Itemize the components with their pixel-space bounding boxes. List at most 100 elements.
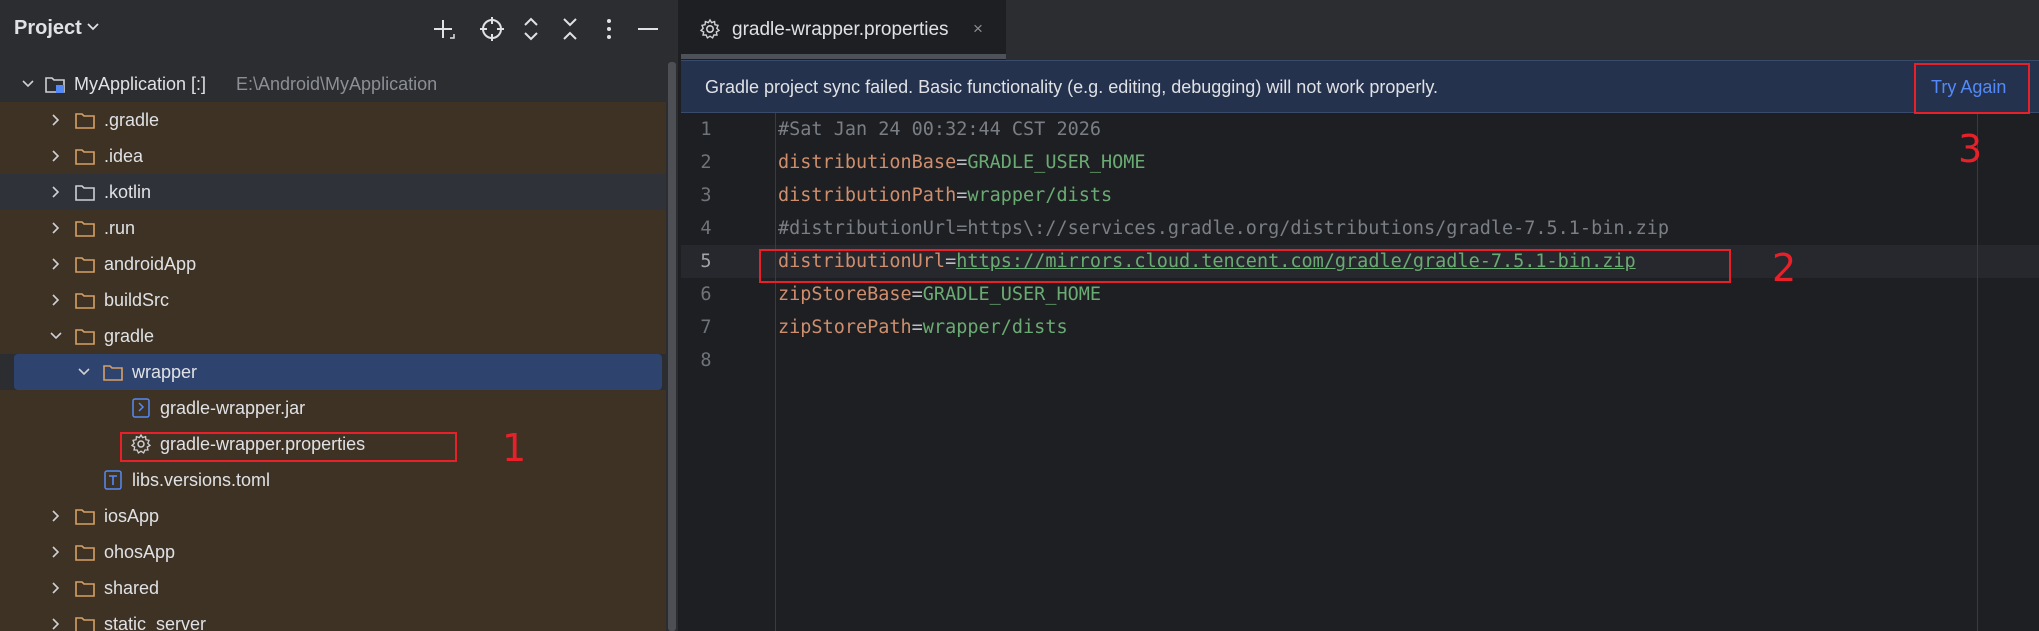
- annotation-number-1: 1: [502, 426, 527, 470]
- chevron-right-icon[interactable]: [50, 546, 62, 558]
- tab-label[interactable]: gradle-wrapper.properties: [732, 19, 949, 41]
- tree-item-gradle[interactable]: gradle: [0, 318, 666, 354]
- folder-icon: [75, 545, 95, 561]
- tree-item-label: .gradle: [104, 110, 160, 130]
- minimize-icon[interactable]: [633, 14, 663, 44]
- tab-gradle-wrapper-properties[interactable]: gradle-wrapper.properties ×: [681, 0, 1006, 60]
- line-content: #Sat Jan 24 00:32:44 CST 2026: [778, 119, 1101, 140]
- folder-icon: [75, 257, 95, 273]
- expand-all-icon[interactable]: [516, 14, 546, 44]
- tree-item-label: buildSrc: [104, 290, 170, 310]
- line-content: distributionPath=wrapper/dists: [778, 185, 1112, 206]
- chevron-right-icon[interactable]: [50, 618, 62, 630]
- code-line[interactable]: 4 #distributionUrl=https\://services.grad…: [681, 212, 2039, 245]
- tree-item-androidapp[interactable]: androidApp: [0, 246, 666, 282]
- folder-icon: [75, 113, 95, 129]
- tree-item-wrapper[interactable]: wrapper: [0, 354, 666, 390]
- equals-sign: =: [911, 284, 923, 305]
- line-content: #distributionUrl=https\://services.gradl…: [778, 218, 1669, 239]
- tree-item-label: ohosApp: [104, 542, 176, 562]
- jar-file-icon: [132, 398, 150, 418]
- locate-icon[interactable]: [477, 14, 507, 44]
- tree-item-label: gradle-wrapper.jar: [160, 398, 306, 418]
- chevron-right-icon[interactable]: [50, 258, 62, 270]
- module-folder-icon: [45, 77, 65, 93]
- annotation-box-1: [120, 432, 457, 462]
- project-tool-window: Project MyApplication [:] E:\Android\MyAp…: [0, 0, 678, 631]
- tree-item-label: static_server: [104, 614, 207, 631]
- tree-scrollbar[interactable]: [666, 58, 678, 631]
- chevron-right-icon[interactable]: [50, 582, 62, 594]
- tree-item-iosapp[interactable]: iosApp: [0, 498, 666, 534]
- chevron-right-icon[interactable]: [50, 150, 62, 162]
- chevron-right-icon[interactable]: [50, 294, 62, 306]
- tree-item-myapplication[interactable]: MyApplication [:] E:\Android\MyApplicatio…: [0, 66, 666, 102]
- tree-item-gradle-wrapper-jar[interactable]: gradle-wrapper.jar: [0, 390, 666, 426]
- folder-icon: [103, 365, 123, 381]
- line-content: zipStorePath=wrapper/dists: [778, 317, 1068, 338]
- line-content: distributionBase=GRADLE_USER_HOME: [778, 152, 1146, 173]
- code-editor[interactable]: 1 #Sat Jan 24 00:32:44 CST 2026 2 distribut…: [681, 113, 2039, 631]
- tree-item-label: wrapper: [132, 362, 198, 382]
- project-tree: MyApplication [:] E:\Android\MyApplicatio…: [0, 66, 666, 631]
- property-value: GRADLE_USER_HOME: [922, 284, 1102, 305]
- tree-item-libs-versions-toml[interactable]: libs.versions.toml: [0, 462, 666, 498]
- tree-scroll-thumb[interactable]: [668, 62, 676, 631]
- right-margin-guide: [1977, 113, 1978, 631]
- annotation-number-3: 3: [1958, 127, 1983, 171]
- chevron-right-icon[interactable]: [50, 510, 62, 522]
- chevron-right-icon[interactable]: [50, 186, 62, 198]
- code-line[interactable]: 3 distributionPath=wrapper/dists: [681, 179, 2039, 212]
- tree-item-buildsrc[interactable]: buildSrc: [0, 282, 666, 318]
- chevron-down-icon[interactable]: [50, 330, 62, 342]
- chevron-right-icon[interactable]: [50, 114, 62, 126]
- more-icon[interactable]: [594, 14, 624, 44]
- tree-item-idea[interactable]: .idea: [0, 138, 666, 174]
- line-number: 5: [700, 251, 712, 272]
- folder-icon: [75, 185, 95, 201]
- gutter-separator: [775, 113, 776, 631]
- sync-failed-banner: Gradle project sync failed. Basic functi…: [681, 60, 2039, 113]
- toml-file-icon: [104, 470, 122, 490]
- code-line[interactable]: 7 zipStorePath=wrapper/dists: [681, 311, 2039, 344]
- line-number: 2: [700, 152, 712, 173]
- line-content: zipStoreBase=GRADLE_USER_HOME: [778, 284, 1101, 305]
- tree-item-run[interactable]: .run: [0, 210, 666, 246]
- equals-sign: =: [956, 185, 968, 206]
- code-line[interactable]: 1 #Sat Jan 24 00:32:44 CST 2026: [681, 113, 2039, 146]
- line-number: 6: [700, 284, 712, 305]
- folder-icon: [75, 329, 95, 345]
- chevron-down-icon[interactable]: [86, 22, 100, 32]
- property-key: distributionPath: [778, 185, 957, 206]
- tree-item-gradle[interactable]: .gradle: [0, 102, 666, 138]
- folder-icon: [75, 293, 95, 309]
- close-icon[interactable]: ×: [973, 19, 983, 39]
- tree-item-static-server[interactable]: static_server: [0, 606, 666, 631]
- code-line[interactable]: 8: [681, 344, 2039, 377]
- folder-icon: [75, 509, 95, 525]
- tree-item-kotlin[interactable]: .kotlin: [0, 174, 666, 210]
- comment-text: #distributionUrl=https\://services.gradl…: [778, 218, 1670, 239]
- project-view-title[interactable]: Project: [14, 17, 82, 40]
- project-header: Project: [0, 0, 678, 58]
- line-number: 4: [700, 218, 712, 239]
- folder-icon: [75, 221, 95, 237]
- tree-item-label: .kotlin: [104, 182, 152, 202]
- equals-sign: =: [956, 152, 968, 173]
- property-key: distributionBase: [778, 152, 957, 173]
- tree-item-label: iosApp: [104, 506, 160, 526]
- chevron-down-icon[interactable]: [22, 78, 34, 90]
- tree-item-ohosapp[interactable]: ohosApp: [0, 534, 666, 570]
- tree-item-shared[interactable]: shared: [0, 570, 666, 606]
- tree-item-label: MyApplication [:]: [74, 74, 207, 94]
- chevron-down-icon[interactable]: [78, 366, 90, 378]
- collapse-all-icon[interactable]: [555, 14, 585, 44]
- property-key: zipStoreBase: [778, 284, 912, 305]
- tab-active-indicator: [681, 54, 1006, 59]
- chevron-right-icon[interactable]: [50, 222, 62, 234]
- editor-area: gradle-wrapper.properties × Gradle proje…: [681, 0, 2039, 631]
- code-line[interactable]: 2 distributionBase=GRADLE_USER_HOME: [681, 146, 2039, 179]
- annotation-number-2: 2: [1772, 246, 1797, 290]
- tree-item-label: .run: [104, 218, 136, 238]
- add-icon[interactable]: [428, 14, 458, 44]
